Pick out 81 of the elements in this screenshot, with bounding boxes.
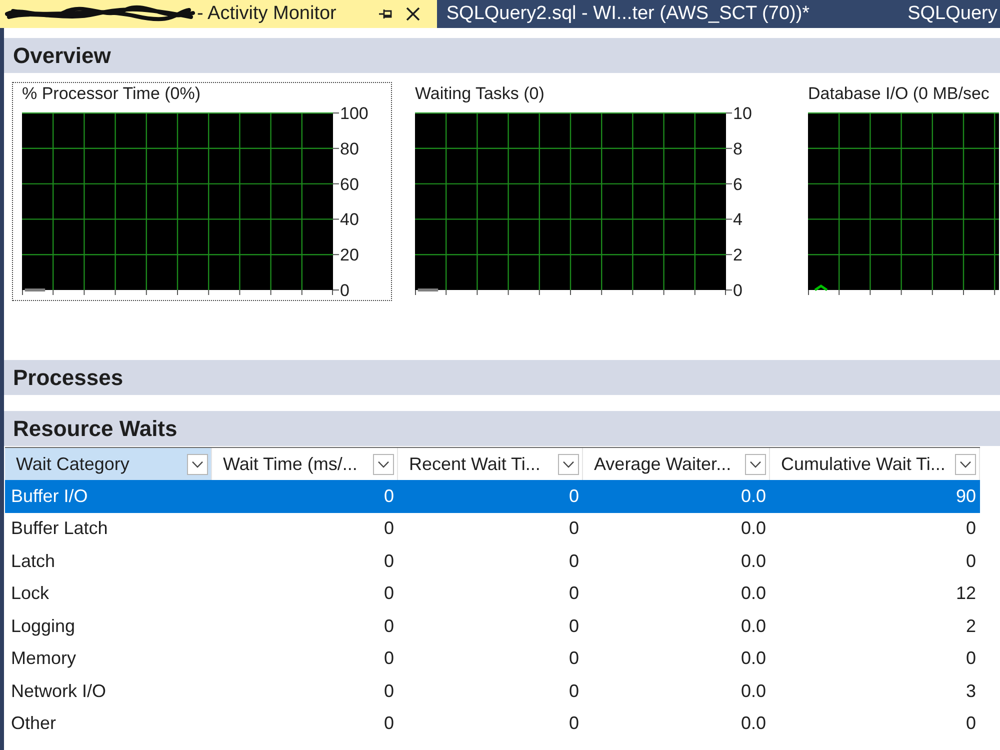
filter-dropdown-button[interactable] (745, 454, 766, 474)
table-cell-text: 0.0 (740, 616, 767, 637)
table-cell-text: 0.0 (740, 550, 767, 572)
section-header[interactable]: Overview (4, 38, 1000, 73)
tab[interactable]: SQLQuery (898, 0, 1000, 28)
table-cell-text: Network I/O (10, 680, 106, 702)
table-cell-text: 3 (966, 680, 977, 702)
table-cell-text: Memory (10, 648, 76, 670)
axis-tick-label: 6 (733, 174, 742, 194)
axis-tick-label: 100 (340, 104, 368, 123)
table-cell-text: 0 (966, 713, 977, 734)
table-cell-text: 0 (568, 486, 580, 507)
column-header[interactable]: Wait Category (5, 448, 212, 480)
table-cell-text: 0 (966, 550, 977, 572)
close-icon (405, 6, 422, 22)
filter-dropdown-button[interactable] (187, 454, 208, 474)
table-row[interactable]: Logging 0 0 0.0 2 (5, 610, 980, 642)
axis-tick-label: 40 (340, 210, 359, 230)
table-cell-text: Buffer Latch (10, 518, 108, 540)
table-cell-text: 90 (956, 486, 977, 507)
table-cell-text: 0 (966, 518, 977, 540)
table-cell-text: 0 (568, 583, 580, 604)
table-row[interactable]: Other 0 0 0.0 0 (5, 708, 980, 740)
section-header[interactable]: Resource Waits (4, 411, 1000, 446)
axis-tick-label: 0 (733, 281, 742, 300)
table-cell-text: 0 (384, 583, 395, 604)
table-cell-text: 0 (568, 550, 580, 572)
chevron-down-icon (750, 460, 761, 468)
table-cell-text: 2 (966, 616, 977, 637)
table-cell-text: 0.0 (740, 518, 767, 540)
tab[interactable]: - Activity Monitor (0, 0, 438, 28)
table-cell-text: 0.0 (740, 648, 767, 670)
axis-tick-label: 0 (340, 281, 350, 300)
table-cell-text: 0 (384, 680, 395, 702)
table-row[interactable]: Buffer Latch 0 0 0.0 0 (5, 512, 980, 545)
table-cell-text: 0 (568, 648, 580, 670)
chevron-down-icon (563, 460, 574, 468)
table-cell-text: Lock (10, 583, 50, 604)
table-cell-text: 0 (568, 680, 580, 702)
table-cell-text: 0 (384, 713, 395, 734)
filter-dropdown-button[interactable] (955, 454, 976, 474)
table-cell-text: 0 (568, 713, 580, 734)
chart-title: Database I/O (0 MB/sec (808, 84, 990, 104)
table-cell-text: 0 (384, 550, 395, 572)
table-cell-text: 0 (568, 616, 580, 637)
table-cell-text: Other (10, 713, 56, 734)
table-cell-text: 0.0 (740, 680, 767, 702)
filter-dropdown-button[interactable] (373, 454, 394, 474)
chart-title: Waiting Tasks (0) (415, 84, 544, 104)
section-header[interactable]: Processes (4, 360, 1000, 395)
table-cell-text: 0 (384, 518, 395, 540)
tab[interactable]: SQLQuery2.sql - WI...ter (AWS_SCT (70))* (437, 0, 899, 28)
chevron-down-icon (960, 460, 971, 468)
table-row[interactable]: Buffer I/O 0 0 0.0 90 (5, 480, 980, 512)
chevron-down-icon (192, 460, 203, 468)
table-cell-text: Latch (10, 550, 56, 572)
table-cell-text: 0 (568, 518, 580, 540)
axis-tick-label: 80 (340, 139, 359, 158)
table-cell-text: 0.0 (740, 713, 767, 734)
axis-tick-label: 8 (733, 139, 742, 158)
filter-dropdown-button[interactable] (558, 454, 579, 474)
chevron-down-icon (378, 460, 389, 468)
table-cell-text: Buffer I/O (10, 486, 88, 507)
table-cell-text: 12 (956, 583, 977, 604)
axis-tick-label: 10 (733, 104, 752, 123)
axis-tick-label: 60 (340, 174, 359, 194)
table-cell-text: 0.0 (740, 486, 767, 507)
table-cell-text: 0 (384, 648, 395, 670)
chart-title: % Processor Time (0%) (22, 84, 201, 104)
table-cell-text: 0 (384, 616, 395, 637)
table-row[interactable]: Lock 0 0 0.0 12 (5, 578, 980, 610)
table-row[interactable]: Memory 0 0 0.0 0 (5, 642, 980, 675)
table-cell-text: 0 (384, 486, 395, 507)
axis-tick-label: 2 (733, 246, 742, 265)
axis-tick-label: 4 (733, 210, 742, 230)
axis-tick-label: 20 (340, 246, 359, 265)
table-cell-text: Logging (10, 616, 76, 637)
table-row[interactable]: Latch 0 0 0.0 0 (5, 545, 980, 578)
table-cell-text: 0.0 (740, 583, 767, 604)
table-row[interactable]: Network I/O 0 0 0.0 3 (5, 675, 980, 708)
table-cell-text: 0 (966, 648, 977, 670)
